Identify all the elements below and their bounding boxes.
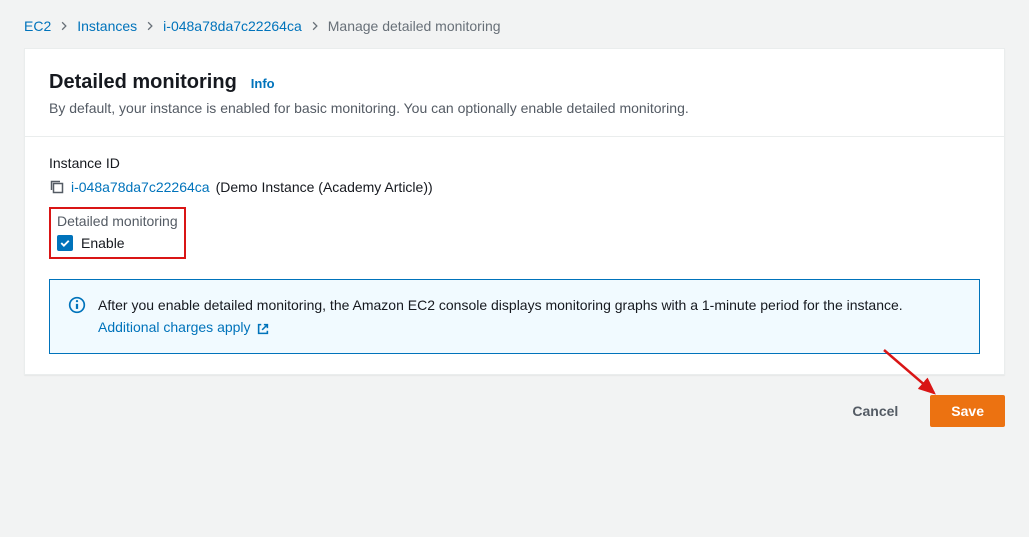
alert-text: After you enable detailed monitoring, th… — [98, 294, 961, 339]
additional-charges-link[interactable]: Additional charges apply — [98, 319, 251, 335]
instance-id-link[interactable]: i-048a78da7c22264ca — [71, 179, 210, 195]
page-title: Detailed monitoring — [49, 71, 237, 94]
info-icon — [68, 296, 86, 317]
breadcrumb: EC2 Instances i-048a78da7c22264ca Manage… — [0, 0, 1029, 48]
chevron-right-icon — [145, 21, 155, 31]
detailed-monitoring-label: Detailed monitoring — [57, 213, 178, 229]
chevron-right-icon — [310, 21, 320, 31]
save-button[interactable]: Save — [930, 395, 1005, 427]
alert-prefix: After you enable detailed monitoring, th… — [98, 297, 903, 313]
chevron-right-icon — [59, 21, 69, 31]
enable-checkbox[interactable] — [57, 235, 73, 251]
highlight-annotation: Detailed monitoring Enable — [49, 207, 186, 259]
card-header: Detailed monitoring Info By default, you… — [25, 49, 1004, 137]
external-link-icon — [256, 322, 270, 336]
enable-label: Enable — [81, 235, 125, 251]
breadcrumb-instance-id[interactable]: i-048a78da7c22264ca — [163, 18, 302, 34]
copy-icon[interactable] — [49, 179, 65, 195]
instance-id-label: Instance ID — [49, 155, 980, 171]
info-alert: After you enable detailed monitoring, th… — [49, 279, 980, 354]
instance-row: i-048a78da7c22264ca (Demo Instance (Acad… — [49, 179, 980, 195]
footer: Cancel Save — [0, 375, 1029, 447]
instance-name: (Demo Instance (Academy Article)) — [216, 179, 433, 195]
breadcrumb-ec2[interactable]: EC2 — [24, 18, 51, 34]
main-card: Detailed monitoring Info By default, you… — [24, 48, 1005, 375]
page-subtitle: By default, your instance is enabled for… — [49, 100, 980, 116]
breadcrumb-instances[interactable]: Instances — [77, 18, 137, 34]
card-body: Instance ID i-048a78da7c22264ca (Demo In… — [25, 137, 1004, 374]
breadcrumb-current: Manage detailed monitoring — [328, 18, 501, 34]
info-link[interactable]: Info — [251, 76, 275, 91]
cancel-button[interactable]: Cancel — [840, 397, 910, 425]
